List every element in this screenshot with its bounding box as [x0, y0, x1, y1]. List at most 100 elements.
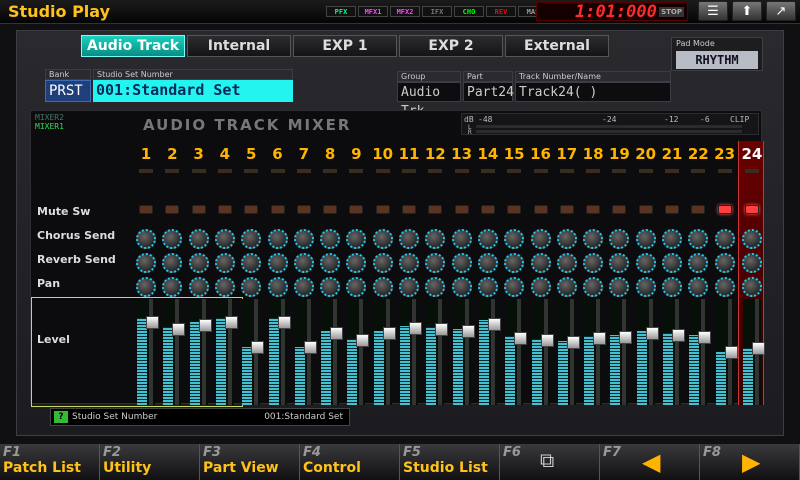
reverb-send-knob[interactable]	[583, 253, 604, 273]
level-fader[interactable]	[557, 299, 580, 405]
studio-set-field[interactable]: Studio Set Number 001:Standard Set	[93, 69, 293, 102]
pan-knob[interactable]	[241, 277, 262, 297]
channel-strip-16[interactable]: 16	[528, 141, 554, 405]
chorus-send-knob[interactable]	[346, 229, 367, 249]
function-key-f6[interactable]: F6 ⧉	[500, 444, 600, 480]
level-fader[interactable]	[742, 299, 765, 405]
reverb-send-knob[interactable]	[504, 253, 525, 273]
level-fader[interactable]	[268, 299, 291, 405]
channel-strip-12[interactable]: 12	[422, 141, 449, 405]
pad-mode-value[interactable]: RHYTHM	[676, 51, 758, 69]
channel-number[interactable]: 8	[317, 145, 343, 163]
channel-number[interactable]: 20	[633, 145, 659, 163]
chorus-send-knob[interactable]	[741, 229, 762, 249]
channel-number[interactable]: 1	[133, 145, 159, 163]
channel-strip-4[interactable]: 4	[212, 141, 238, 405]
chorus-send-knob[interactable]	[399, 229, 419, 249]
function-key-f4[interactable]: F4 Control	[300, 444, 400, 480]
chorus-send-knob[interactable]	[267, 229, 288, 249]
channel-number[interactable]: 23	[712, 145, 738, 163]
channel-strip-15[interactable]: 15	[501, 141, 528, 405]
level-fader[interactable]	[189, 299, 212, 405]
channel-number[interactable]: 19	[606, 145, 632, 163]
channel-strip-20[interactable]: 20	[633, 141, 659, 405]
channel-number[interactable]: 4	[212, 145, 238, 163]
level-fader[interactable]	[610, 299, 633, 405]
level-fader[interactable]	[400, 299, 422, 405]
reverb-send-knob[interactable]	[688, 253, 709, 273]
chorus-send-knob[interactable]	[241, 229, 262, 249]
fader-cap[interactable]	[330, 326, 344, 340]
mute-switch[interactable]	[586, 205, 601, 214]
mute-switch[interactable]	[191, 205, 206, 214]
track-value[interactable]: Track24( )	[515, 82, 671, 102]
mute-switch[interactable]	[638, 205, 653, 214]
channel-strip-3[interactable]: 3	[186, 141, 212, 405]
level-fader[interactable]	[478, 299, 501, 405]
function-key-f7[interactable]: F7 ◀	[600, 444, 700, 480]
chorus-send-knob[interactable]	[530, 229, 551, 249]
chorus-send-knob[interactable]	[504, 229, 525, 249]
level-fader[interactable]	[505, 299, 528, 405]
fader-cap[interactable]	[198, 319, 212, 333]
fader-cap[interactable]	[487, 317, 501, 331]
fader-cap[interactable]	[514, 331, 528, 345]
channel-strip-21[interactable]: 21	[659, 141, 685, 405]
channel-strip-10[interactable]: 10	[370, 141, 396, 405]
chorus-send-knob[interactable]	[635, 229, 656, 249]
fader-cap[interactable]	[645, 326, 659, 340]
channel-strip-5[interactable]: 5	[238, 141, 265, 405]
mute-switch[interactable]	[323, 205, 338, 214]
pan-knob[interactable]	[556, 277, 577, 297]
reverb-send-knob[interactable]	[293, 253, 314, 273]
fader-cap[interactable]	[566, 336, 580, 350]
fader-cap[interactable]	[356, 334, 370, 348]
reverb-send-knob[interactable]	[267, 253, 288, 273]
reverb-send-knob[interactable]	[214, 253, 235, 273]
chorus-send-knob[interactable]	[714, 229, 735, 249]
channel-number[interactable]: 17	[554, 145, 580, 163]
level-fader[interactable]	[347, 299, 370, 405]
pan-knob[interactable]	[136, 277, 156, 297]
level-fader[interactable]	[373, 299, 396, 405]
pan-knob[interactable]	[609, 277, 630, 297]
mute-switch[interactable]	[244, 205, 259, 214]
channel-strip-13[interactable]: 13	[449, 141, 475, 405]
level-fader[interactable]	[242, 299, 265, 405]
chorus-send-knob[interactable]	[583, 229, 604, 249]
mute-switch[interactable]	[612, 205, 627, 214]
pan-knob[interactable]	[662, 277, 682, 297]
fader-cap[interactable]	[409, 322, 422, 336]
channel-number[interactable]: 10	[370, 145, 396, 163]
chorus-send-knob[interactable]	[320, 229, 341, 249]
channel-number[interactable]: 18	[580, 145, 606, 163]
pan-knob[interactable]	[425, 277, 446, 297]
mute-switch[interactable]	[428, 205, 443, 214]
reverb-send-knob[interactable]	[346, 253, 367, 273]
mute-switch[interactable]	[349, 205, 364, 214]
pan-knob[interactable]	[477, 277, 498, 297]
pan-knob[interactable]	[635, 277, 656, 297]
mixer2-mode[interactable]: MIXER2	[35, 113, 64, 122]
mute-switch[interactable]	[744, 205, 759, 214]
mixer-mode-list[interactable]: MIXER2 MIXER1	[35, 113, 64, 131]
channel-strip-24[interactable]: 24	[737, 141, 765, 405]
part-value[interactable]: Part24	[463, 82, 514, 102]
mute-switch[interactable]	[375, 205, 390, 214]
channel-number[interactable]: 7	[291, 145, 317, 163]
chorus-send-knob[interactable]	[688, 229, 709, 249]
channel-number[interactable]: 11	[396, 145, 422, 163]
fader-cap[interactable]	[146, 315, 159, 329]
function-key-f1[interactable]: F1 Patch List	[0, 444, 100, 480]
chorus-send-knob[interactable]	[662, 229, 682, 249]
mute-switch[interactable]	[296, 205, 311, 214]
tab-audio-track[interactable]: Audio Track	[81, 35, 185, 57]
channel-strip-18[interactable]: 18	[580, 141, 607, 405]
fader-cap[interactable]	[277, 315, 291, 329]
channel-number[interactable]: 2	[159, 145, 185, 163]
mixer1-mode[interactable]: MIXER1	[35, 122, 64, 131]
level-fader[interactable]	[452, 299, 475, 405]
channel-number[interactable]: 6	[265, 145, 291, 163]
reverb-send-knob[interactable]	[530, 253, 551, 273]
reverb-send-knob[interactable]	[425, 253, 446, 273]
